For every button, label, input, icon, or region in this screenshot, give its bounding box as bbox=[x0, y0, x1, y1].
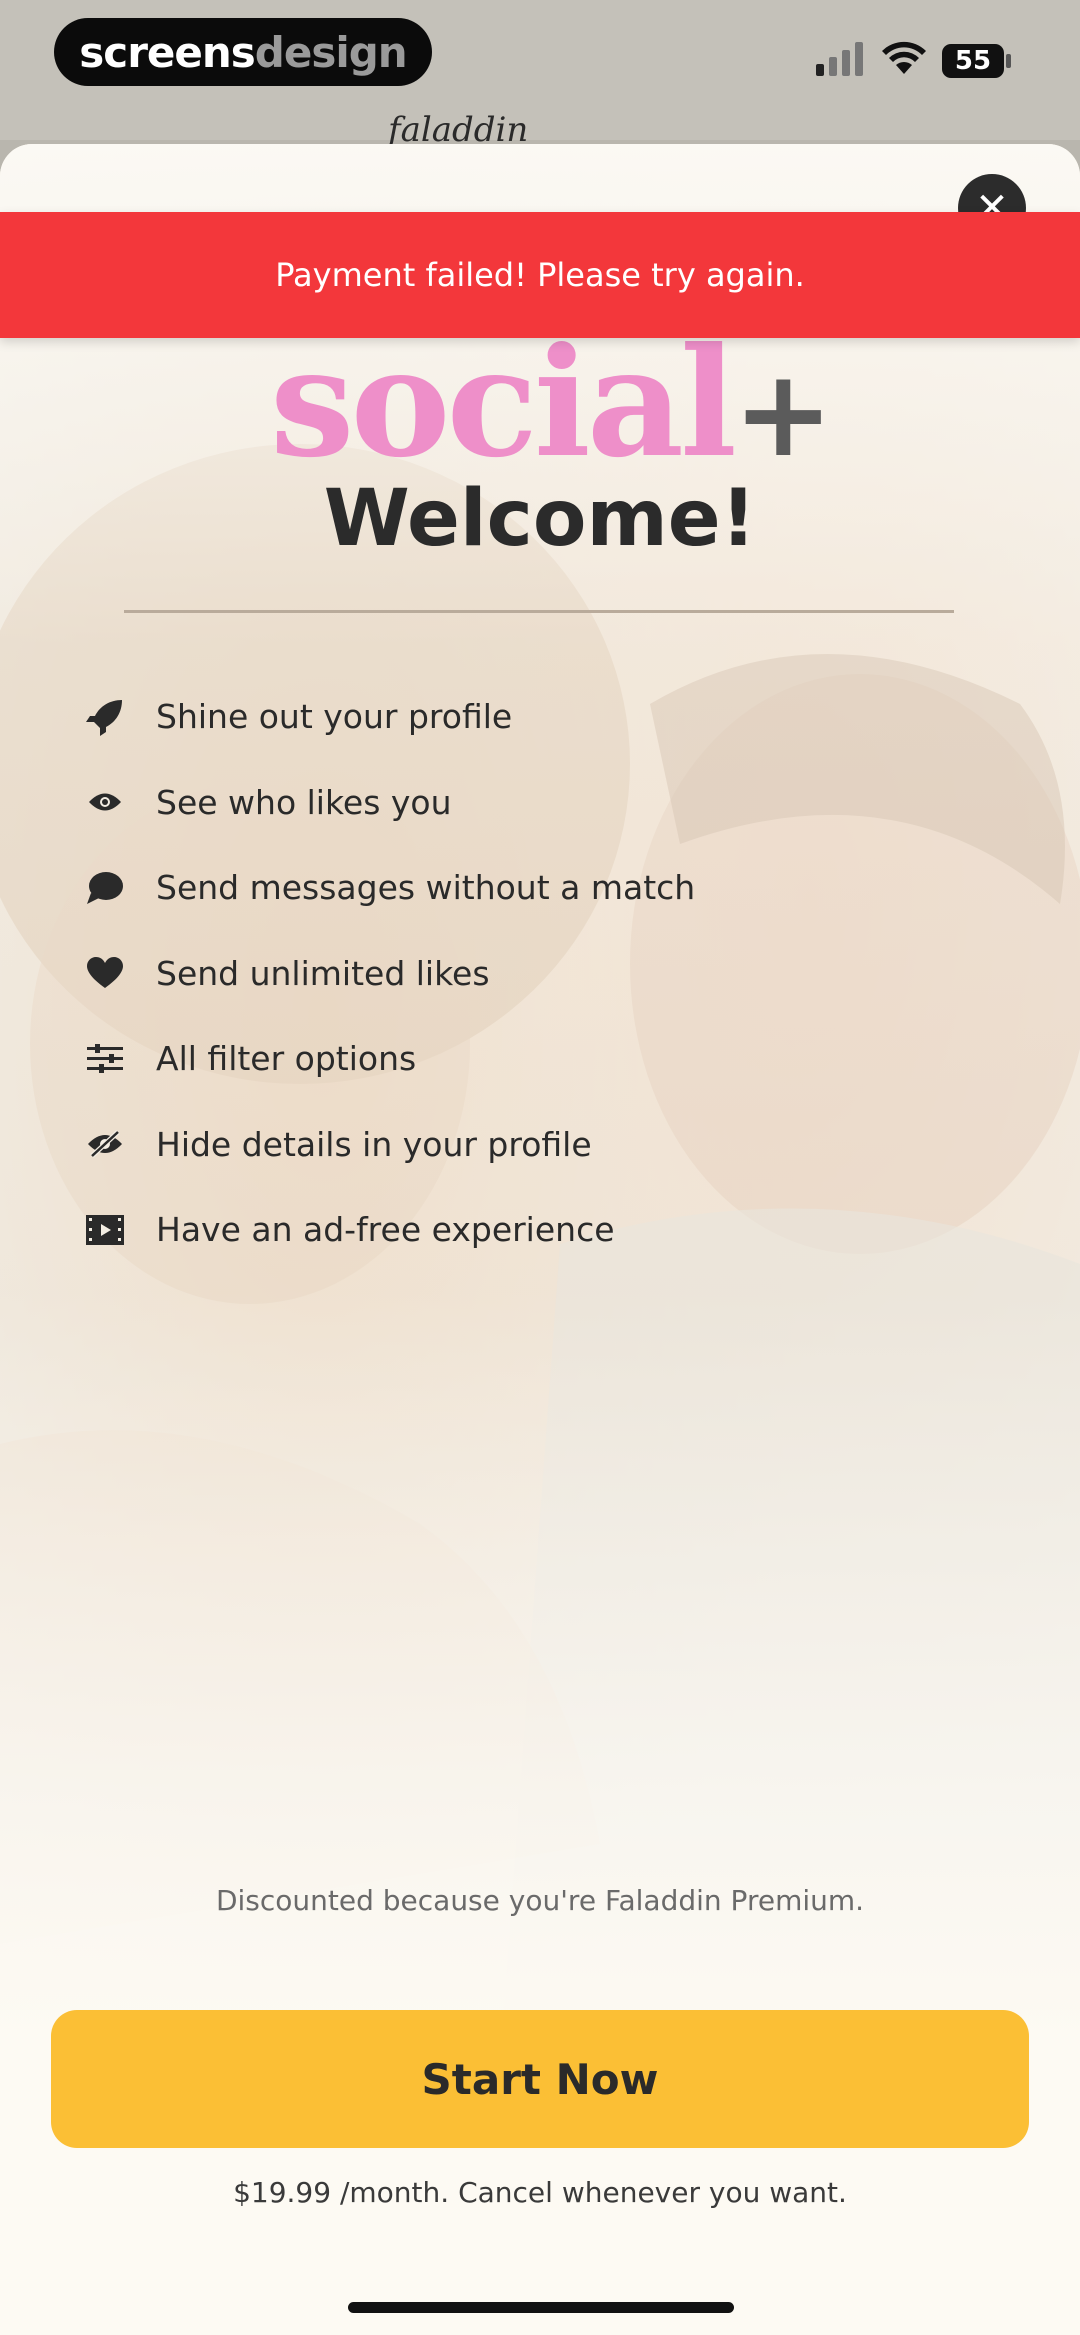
battery-level: 55 bbox=[954, 46, 992, 76]
feature-label: Hide details in your profile bbox=[156, 1124, 592, 1164]
eye-icon bbox=[84, 781, 126, 823]
start-now-button[interactable]: Start Now bbox=[51, 2010, 1029, 2148]
logo-clip: social+ bbox=[0, 340, 1080, 460]
logo-plus: + bbox=[733, 345, 834, 461]
battery-cap bbox=[1006, 54, 1011, 68]
payment-error-banner[interactable]: Payment failed! Please try again. bbox=[0, 212, 1080, 338]
brand-text-screens: screens bbox=[79, 27, 255, 77]
list-item: Send messages without a match bbox=[84, 845, 984, 931]
discount-note: Discounted because you're Faladdin Premi… bbox=[215, 1884, 865, 1917]
wifi-icon bbox=[882, 41, 926, 74]
brand-text-design: design bbox=[254, 27, 408, 77]
page-title: Welcome! bbox=[323, 474, 757, 564]
list-item: See who likes you bbox=[84, 760, 984, 846]
sliders-icon bbox=[84, 1038, 126, 1080]
list-item: Hide details in your profile bbox=[84, 1102, 984, 1188]
film-icon bbox=[84, 1209, 126, 1251]
feature-label: Shine out your profile bbox=[156, 697, 513, 737]
chat-bubble-icon bbox=[84, 867, 126, 909]
feature-label: Have an ad-free experience bbox=[156, 1210, 615, 1250]
battery-icon: 55 bbox=[942, 44, 1004, 78]
rocket-icon bbox=[84, 696, 126, 738]
feature-label: See who likes you bbox=[156, 782, 452, 822]
feature-list: Shine out your profile See who likes you… bbox=[84, 674, 984, 1273]
screensdesign-badge: screens design bbox=[54, 18, 432, 86]
feature-label: Send messages without a match bbox=[156, 868, 696, 908]
list-item: All filter options bbox=[84, 1016, 984, 1102]
list-item: Send unlimited likes bbox=[84, 931, 984, 1017]
paywall-sheet: social+ ✕ Welcome! Shine out your profil… bbox=[0, 144, 1080, 2335]
cellular-signal-icon bbox=[816, 42, 863, 76]
status-bar: screens design faladdin 55 bbox=[0, 0, 1080, 150]
feature-label: Send unlimited likes bbox=[156, 953, 490, 993]
title-divider bbox=[124, 610, 954, 613]
home-indicator bbox=[348, 2302, 734, 2313]
heart-icon bbox=[84, 952, 126, 994]
social-plus-logo: social+ bbox=[270, 340, 834, 460]
list-item: Have an ad-free experience bbox=[84, 1187, 984, 1273]
list-item: Shine out your profile bbox=[84, 674, 984, 760]
price-note: $19.99 /month. Cancel whenever you want. bbox=[233, 2176, 847, 2209]
feature-label: All filter options bbox=[156, 1039, 417, 1079]
logo-word: social bbox=[270, 340, 737, 460]
eye-slash-icon bbox=[84, 1123, 126, 1165]
error-message: Payment failed! Please try again. bbox=[275, 256, 805, 294]
